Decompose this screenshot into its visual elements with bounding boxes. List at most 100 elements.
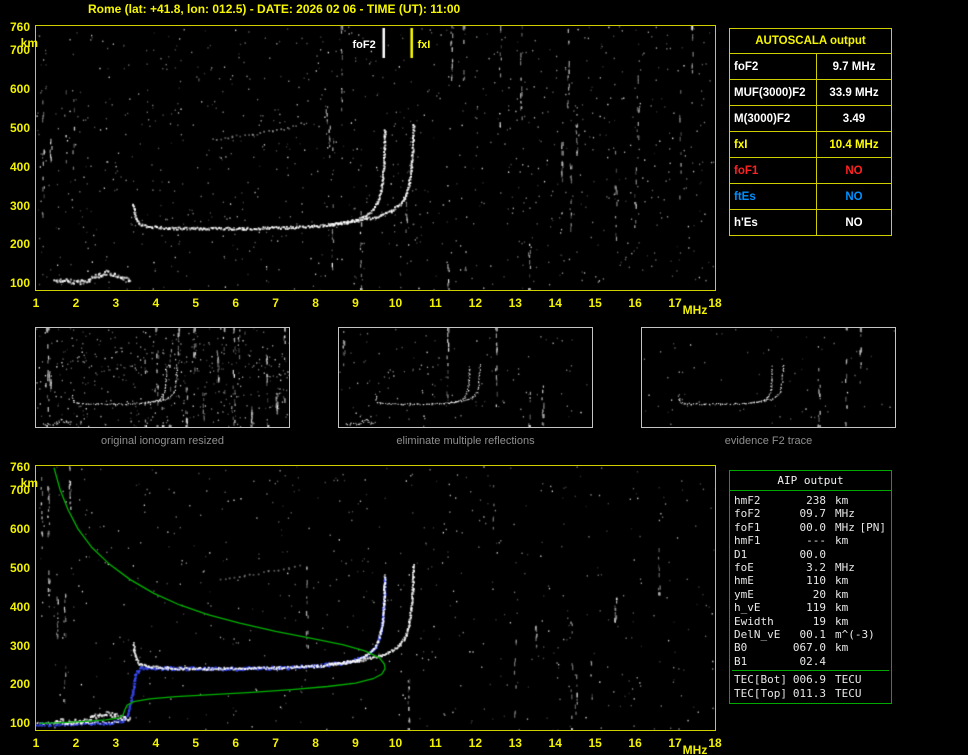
- aip-value: 3.2: [806, 561, 826, 575]
- x-tick-label: 11: [429, 296, 442, 310]
- x-tick-label: 12: [468, 296, 483, 310]
- aip-unit: m^(-3): [835, 628, 875, 642]
- x-tick-label: 10: [388, 736, 403, 750]
- aip-value: 110: [806, 574, 826, 588]
- x-tick-label: 13: [508, 736, 522, 750]
- y-tick-label: 400: [9, 159, 30, 174]
- aip-value: 09.7: [799, 507, 827, 521]
- x-tick-label: 1: [32, 296, 40, 310]
- aip-unit: km: [835, 601, 849, 615]
- aip-value: 00.0: [799, 520, 827, 534]
- aip-extra: [848, 601, 887, 614]
- aip-unit: [826, 548, 835, 561]
- y-tick-label: 200: [9, 237, 30, 252]
- thumbnail-f2-trace: [641, 327, 896, 428]
- aip-extra: [PN]: [859, 520, 887, 534]
- y-tick-label: 400: [9, 599, 30, 614]
- aip-label: h_vE: [734, 601, 761, 615]
- x-tick-label: 3: [112, 296, 120, 310]
- aip-unit: km: [835, 587, 849, 601]
- x-tick-label: 15: [588, 296, 602, 310]
- x-tick-label: 6: [232, 736, 240, 750]
- aip-extra: [848, 534, 887, 547]
- aip-label: B1: [734, 654, 748, 668]
- aip-row: B0 067.0 km: [730, 641, 891, 654]
- x-tick-label: 16: [628, 296, 642, 310]
- aip-label: hmF2: [734, 494, 761, 507]
- aip-unit: km: [835, 494, 849, 507]
- y-tick-label: 100: [9, 276, 30, 291]
- x-tick-label: 8: [312, 296, 319, 310]
- aip-row: B1 02.4: [730, 655, 891, 668]
- autoscala-table-rows: foF2 9.7 MHz MUF(3000)F2 33.9 MHz M(3000)F2 3…: [730, 54, 891, 235]
- thumbnail-no-multiple-reflections: [338, 327, 593, 428]
- aip-label: TEC[Bot]: [734, 673, 787, 687]
- aip-row: foF2 09.7 MHz: [730, 507, 891, 520]
- autoscala-row-label: MUF(3000)F2: [730, 80, 817, 105]
- aip-extra: [862, 673, 888, 686]
- x-axis-unit-label: MHz: [682, 303, 708, 317]
- aip-label: foE: [734, 561, 754, 575]
- aip-tec-separator: [732, 670, 889, 672]
- autoscala-row-value: NO: [845, 190, 863, 203]
- x-tick-label: 1: [32, 736, 40, 750]
- y-axis-unit-label: km: [20, 476, 38, 490]
- foF2-marker-label: foF2: [352, 39, 376, 51]
- page-title: Rome (lat: +41.8, lon: 012.5) - DATE: 20…: [88, 2, 461, 16]
- aip-row: h_vE 119 km: [730, 601, 891, 614]
- aip-label: hmE: [734, 574, 754, 588]
- x-tick-label: 6: [232, 296, 240, 310]
- autoscala-row-value: NO: [845, 164, 863, 177]
- x-tick-label: 7: [272, 296, 279, 310]
- aip-value: ---: [806, 534, 826, 548]
- x-tick-label: 11: [429, 736, 442, 750]
- aip-label: D1: [734, 547, 748, 561]
- autoscala-row-value: NO: [845, 216, 863, 229]
- aip-extra: [848, 641, 887, 654]
- aip-label: B0: [734, 641, 748, 655]
- aip-row: foE 3.2 MHz: [730, 561, 891, 574]
- thumbnail-f2-trace-canvas: [642, 328, 895, 427]
- x-tick-label: 4: [152, 296, 160, 310]
- aip-label: hmF1: [734, 534, 761, 548]
- aip-extra: [848, 574, 887, 587]
- aip-table-header: AIP output: [730, 471, 891, 491]
- autoscala-row-value: 10.4 MHz: [829, 138, 879, 151]
- autoscala-row-value: 9.7 MHz: [832, 60, 876, 73]
- aip-unit: MHz: [835, 561, 855, 575]
- y-tick-label: 100: [9, 716, 30, 731]
- aip-extra: [855, 561, 887, 574]
- x-tick-label: 2: [72, 296, 80, 310]
- x-tick-label: 4: [152, 736, 160, 750]
- aip-value: 02.4: [799, 654, 827, 668]
- x-tick-label: 12: [468, 736, 483, 750]
- ionogram-canvas: [36, 26, 715, 290]
- aip-tec-rows: TEC[Bot] 006.9 TECU TEC[Top] 011.3 TECU: [730, 673, 891, 700]
- aip-unit: km: [835, 641, 849, 655]
- x-axis-unit-label: MHz: [682, 743, 708, 755]
- aip-value: 00.0: [799, 547, 827, 561]
- y-tick-label: 500: [9, 120, 30, 135]
- aip-row: D1 00.0: [730, 548, 891, 561]
- aip-row: hmF1 --- km: [730, 534, 891, 547]
- x-tick-label: 2: [72, 736, 80, 750]
- y-tick-label: 600: [9, 522, 30, 537]
- autoscala-row-value: 3.49: [842, 112, 866, 125]
- aip-value: 20: [812, 587, 826, 601]
- aip-label: DelN_vE: [734, 628, 781, 642]
- aip-extra: [848, 588, 887, 601]
- x-tick-label: 18: [708, 296, 722, 310]
- ionogram-plot: foF2 fxI: [35, 25, 716, 291]
- x-tick-label: 8: [312, 736, 319, 750]
- aip-row: hmF2 238 km: [730, 494, 891, 507]
- thumbnail-caption-no-multiples: eliminate multiple reflections: [396, 435, 535, 447]
- autoscala-row-label: ftEs: [730, 184, 817, 209]
- aip-unit: TECU: [835, 686, 862, 700]
- aip-output-table: AIP output hmF2 238 km foF2 09.7 MHz foF1 00.0 M…: [729, 470, 892, 705]
- aip-value: 067.0: [792, 641, 826, 655]
- aip-extra: [862, 687, 888, 700]
- y-tick-label: 500: [9, 560, 30, 575]
- aip-label: ymE: [734, 587, 754, 601]
- autoscala-screen: Rome (lat: +41.8, lon: 012.5) - DATE: 20…: [0, 0, 968, 755]
- y-tick-label: 200: [9, 677, 30, 692]
